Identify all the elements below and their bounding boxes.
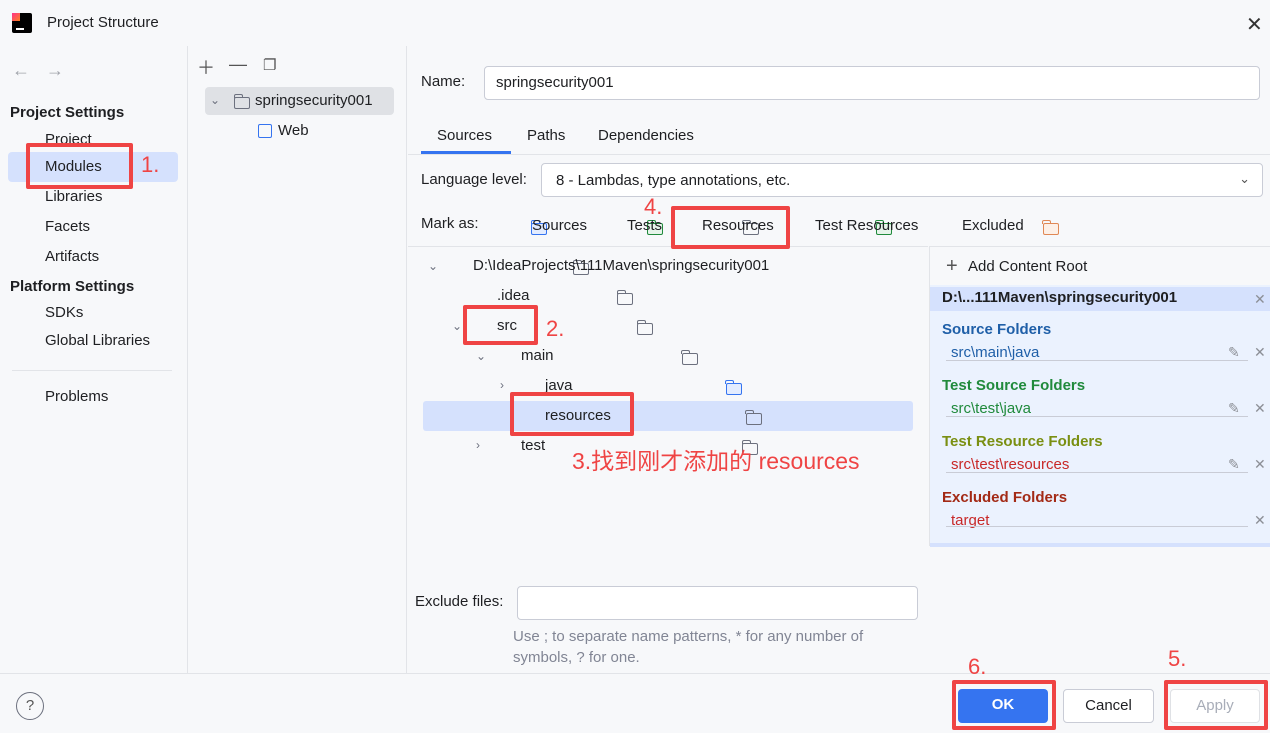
exclude-hint-line1: Use ; to separate name patterns, * for a…: [513, 628, 864, 645]
forward-arrow-icon[interactable]: →: [46, 60, 64, 81]
footer-divider: [0, 673, 1270, 674]
chevron-down-icon[interactable]: ⌄: [476, 349, 486, 363]
sidebar-item-libraries[interactable]: Libraries: [45, 188, 103, 205]
edit-icon[interactable]: ✎: [1228, 400, 1240, 417]
cancel-button[interactable]: Cancel: [1063, 689, 1154, 723]
annotation-box-src: [463, 305, 538, 345]
chevron-down-icon[interactable]: ⌄: [210, 93, 220, 107]
chevron-right-icon[interactable]: ›: [500, 378, 504, 392]
excluded-folder-icon: [1042, 220, 1059, 235]
exclude-files-input[interactable]: [517, 586, 918, 620]
add-content-root-button[interactable]: Add Content Root: [968, 258, 1087, 275]
module-list-pane: [189, 46, 407, 673]
chevron-down-icon: ⌄: [1239, 171, 1250, 186]
annotation-box-modules: [26, 143, 133, 189]
annotation-step1: 1.: [141, 152, 160, 177]
help-button[interactable]: ?: [16, 692, 44, 720]
edit-icon[interactable]: ✎: [1228, 344, 1240, 361]
chevron-down-icon[interactable]: ⌄: [452, 319, 462, 333]
remove-icon[interactable]: ✕: [1254, 456, 1266, 473]
folder-icon: [616, 290, 634, 305]
tab-paths[interactable]: Paths: [527, 127, 565, 144]
test-source-folders-heading: Test Source Folders: [942, 377, 1086, 394]
exclude-hint-line2: symbols, ? for one.: [513, 649, 640, 666]
tree-item-main[interactable]: main: [521, 347, 554, 364]
web-facet-icon: [258, 124, 272, 138]
divider: [946, 416, 1248, 417]
settings-sidebar: [0, 46, 188, 673]
folder-icon: [636, 320, 654, 335]
chevron-right-icon[interactable]: ›: [476, 438, 480, 452]
tree-item-test[interactable]: test: [521, 437, 545, 454]
content-root-path: D:\...111Maven\springsecurity001: [942, 289, 1178, 306]
annotation-box-mark-resources: [671, 206, 790, 249]
tree-selection: [423, 401, 913, 431]
intellij-app-icon: [12, 13, 32, 33]
tab-divider: [408, 154, 1270, 155]
source-folder-icon: [725, 380, 742, 395]
remove-icon[interactable]: ✕: [1254, 344, 1266, 361]
platform-settings-heading: Platform Settings: [10, 278, 135, 295]
close-icon[interactable]: ✕: [1246, 12, 1263, 37]
add-icon[interactable]: +: [946, 255, 958, 278]
module-folder-icon: [233, 94, 250, 109]
tree-item-idea[interactable]: .idea: [497, 287, 530, 304]
folder-icon: [681, 350, 698, 365]
window-title: Project Structure: [47, 14, 159, 31]
language-level-value: 8 - Lambdas, type annotations, etc.: [556, 172, 791, 189]
remove-icon[interactable]: ✕: [1254, 512, 1266, 529]
sidebar-divider: [12, 370, 172, 371]
mark-excluded-button[interactable]: Excluded: [962, 217, 1024, 234]
tab-sources[interactable]: Sources: [437, 127, 492, 144]
annotation-step2: 2.: [546, 316, 565, 341]
test-resource-folders-heading: Test Resource Folders: [942, 433, 1103, 450]
exclude-hint: Use ; to separate name patterns, * for a…: [513, 626, 913, 668]
source-folder-path: src\main\java: [951, 344, 1040, 361]
tab-dependencies[interactable]: Dependencies: [598, 127, 694, 144]
project-settings-heading: Project Settings: [10, 104, 125, 121]
source-folders-heading: Source Folders: [942, 321, 1052, 338]
annotation-box-ok: [952, 680, 1056, 730]
add-icon[interactable]: ＋: [197, 54, 215, 80]
name-field[interactable]: springsecurity001: [484, 66, 1260, 100]
name-value: springsecurity001: [496, 74, 614, 91]
facet-web[interactable]: Web: [278, 122, 309, 139]
module-springsecurity001[interactable]: springsecurity001: [255, 92, 373, 109]
sidebar-item-global-libraries[interactable]: Global Libraries: [45, 332, 150, 349]
chevron-down-icon[interactable]: ⌄: [428, 259, 438, 273]
name-label: Name:: [421, 73, 466, 90]
remove-icon[interactable]: ✕: [1254, 400, 1266, 417]
tree-item-root[interactable]: D:\IdeaProjects\111Maven\springsecurity0…: [473, 257, 769, 274]
edit-icon[interactable]: ✎: [1228, 456, 1240, 473]
annotation-step3: 3.找到刚才添加的 resources: [572, 448, 860, 474]
exclude-files-label: Exclude files:: [415, 593, 504, 610]
annotation-step6: 6.: [968, 654, 987, 679]
annotation-box-resources: [510, 392, 634, 436]
remove-root-icon[interactable]: ✕: [1254, 291, 1266, 308]
title-bar: [0, 0, 1270, 46]
panel-bottom-bar: [930, 543, 1270, 547]
remove-icon[interactable]: —: [229, 54, 247, 75]
copy-icon[interactable]: ❐: [263, 56, 276, 74]
annotation-step4: 4.: [644, 194, 663, 219]
divider: [946, 360, 1248, 361]
sidebar-item-facets[interactable]: Facets: [45, 218, 90, 235]
back-arrow-icon[interactable]: ←: [12, 60, 30, 81]
sidebar-item-sdks[interactable]: SDKs: [45, 304, 83, 321]
divider: [946, 526, 1248, 527]
annotation-step5: 5.: [1168, 646, 1187, 671]
divider: [946, 472, 1248, 473]
annotation-box-apply: [1164, 680, 1268, 730]
language-level-select[interactable]: 8 - Lambdas, type annotations, etc. ⌄: [541, 163, 1263, 197]
folder-icon: [745, 410, 762, 425]
mark-as-label: Mark as:: [421, 215, 479, 232]
mark-sources-button[interactable]: Sources: [532, 217, 587, 234]
test-source-folder-path: src\test\java: [951, 400, 1032, 417]
mark-test-resources-button[interactable]: Test Resources: [815, 217, 918, 234]
test-resource-folder-path: src\test\resources: [951, 456, 1070, 473]
sidebar-item-artifacts[interactable]: Artifacts: [45, 248, 99, 265]
excluded-folders-heading: Excluded Folders: [942, 489, 1068, 506]
sidebar-item-problems[interactable]: Problems: [45, 388, 108, 405]
language-level-label: Language level:: [421, 171, 527, 188]
